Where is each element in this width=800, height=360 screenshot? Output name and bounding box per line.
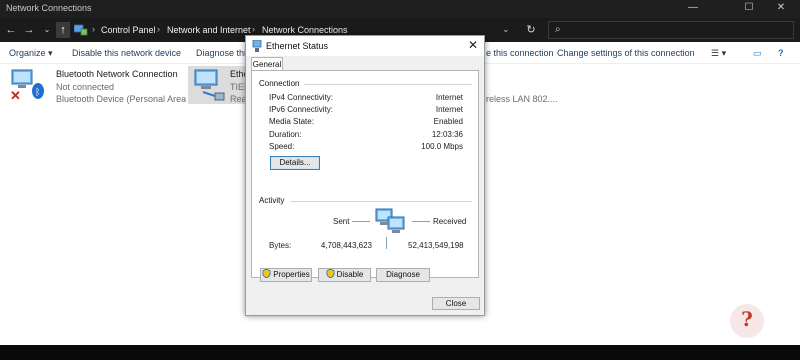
back-arrow-icon[interactable]: ←: [4, 22, 18, 38]
connection-group-title: Connection: [259, 79, 300, 88]
tab-general[interactable]: General: [251, 57, 283, 71]
sent-line: [352, 221, 370, 222]
bytes-received-value: 52,413,549,198: [408, 241, 464, 250]
close-icon[interactable]: ✕: [468, 38, 478, 52]
activity-computers-icon: [374, 207, 408, 239]
network-status-icon: [252, 39, 262, 54]
connection-bluetooth[interactable]: ᛒ ✕ Bluetooth Network Connection Not con…: [8, 66, 196, 104]
organize-label: Organize: [9, 48, 46, 58]
ipv4-label: IPv4 Connectivity:: [269, 93, 334, 102]
maximize-icon[interactable]: ☐: [734, 2, 764, 13]
group-divider: [304, 84, 472, 85]
organize-button[interactable]: Organize ▾: [9, 48, 53, 59]
preview-pane-icon[interactable]: ▭: [753, 48, 762, 59]
title-bar: Network Connections — ☐ ✕: [0, 0, 800, 18]
shield-icon: [326, 269, 335, 278]
dialog-title: Ethernet Status: [266, 41, 329, 51]
close-window-icon[interactable]: ✕: [766, 2, 796, 13]
connection-device: reless LAN 802....: [486, 94, 558, 104]
search-input[interactable]: ⌕: [548, 21, 794, 39]
change-settings-button[interactable]: Change settings of this connection: [557, 48, 695, 58]
recent-chevron-icon[interactable]: ⌄: [40, 22, 54, 38]
breadcrumb-network-and-internet[interactable]: Network and Internet: [167, 25, 251, 35]
group-divider: [290, 201, 472, 202]
duration-label: Duration:: [269, 130, 302, 139]
chevron-right-icon[interactable]: ›: [92, 24, 95, 34]
control-panel-icon: [73, 24, 88, 38]
connection-wireless[interactable]: reless LAN 802....: [486, 66, 566, 104]
forward-arrow-icon[interactable]: →: [22, 22, 36, 38]
speed-value: 100.0 Mbps: [421, 142, 463, 151]
disable-device-button[interactable]: Disable this network device: [72, 48, 181, 58]
connection-ethernet[interactable]: Ethe TIEN Real: [188, 66, 251, 104]
bytes-sent-value: 4,708,443,623: [320, 241, 372, 250]
ethernet-status-dialog: Ethernet Status ✕ General Connection IPv…: [245, 35, 485, 316]
connection-status: Not connected: [56, 82, 115, 92]
window-title: Network Connections: [6, 3, 92, 13]
chevron-right-icon[interactable]: ›: [252, 24, 255, 34]
activity-group-title: Activity: [259, 196, 285, 205]
help-icon[interactable]: ?: [778, 48, 784, 58]
disable-button[interactable]: Disable: [318, 268, 371, 282]
breadcrumb-control-panel[interactable]: Control Panel: [101, 25, 156, 35]
activity-divider: [386, 237, 387, 249]
general-tab-panel: Connection IPv4 Connectivity: Internet I…: [251, 70, 479, 282]
connection-name: Bluetooth Network Connection: [56, 69, 178, 79]
diagnose-button[interactable]: Diagnose: [376, 268, 430, 282]
disable-label: Disable: [336, 270, 364, 279]
received-line: [412, 221, 430, 222]
minimize-icon[interactable]: —: [678, 2, 708, 13]
search-icon: ⌕: [555, 24, 561, 35]
media-state-label: Media State:: [269, 117, 314, 126]
disconnected-x-icon: ✕: [10, 88, 21, 103]
question-mark-icon: ?: [741, 307, 753, 331]
properties-button[interactable]: Properties: [260, 268, 312, 282]
received-label: Received: [433, 217, 467, 226]
chevron-right-icon[interactable]: ›: [157, 24, 160, 34]
shield-icon: [262, 269, 271, 278]
watermark-badge: ?: [730, 304, 764, 338]
duration-value: 12:03:36: [431, 130, 463, 139]
details-button[interactable]: Details...: [270, 156, 320, 170]
media-state-value: Enabled: [433, 117, 463, 126]
up-arrow-icon[interactable]: ↑: [56, 22, 70, 38]
properties-label: Properties: [273, 270, 310, 279]
speed-label: Speed:: [269, 142, 295, 151]
chevron-down-icon[interactable]: ⌄: [502, 24, 510, 35]
dialog-title-bar[interactable]: Ethernet Status ✕: [246, 36, 484, 56]
svg-text:ᛒ: ᛒ: [35, 87, 40, 98]
ipv6-value: Internet: [435, 105, 463, 114]
refresh-icon[interactable]: ↻: [524, 22, 538, 38]
bytes-label: Bytes:: [269, 241, 292, 250]
close-button[interactable]: Close: [432, 297, 480, 310]
view-options-icon[interactable]: ☰ ▾: [711, 48, 726, 59]
chevron-down-icon: ▾: [48, 48, 53, 58]
connection-device: Bluetooth Device (Personal Area ...: [56, 94, 197, 104]
ethernet-adapter-icon: [191, 68, 227, 104]
ipv6-label: IPv6 Connectivity:: [269, 105, 334, 114]
breadcrumb-network-connections[interactable]: Network Connections: [262, 25, 348, 35]
rename-connection-button[interactable]: e this connection: [486, 48, 554, 58]
diagnose-connection-button[interactable]: Diagnose thi: [196, 48, 246, 58]
sent-label: Sent: [333, 217, 350, 226]
ipv4-value: Internet: [435, 93, 463, 102]
